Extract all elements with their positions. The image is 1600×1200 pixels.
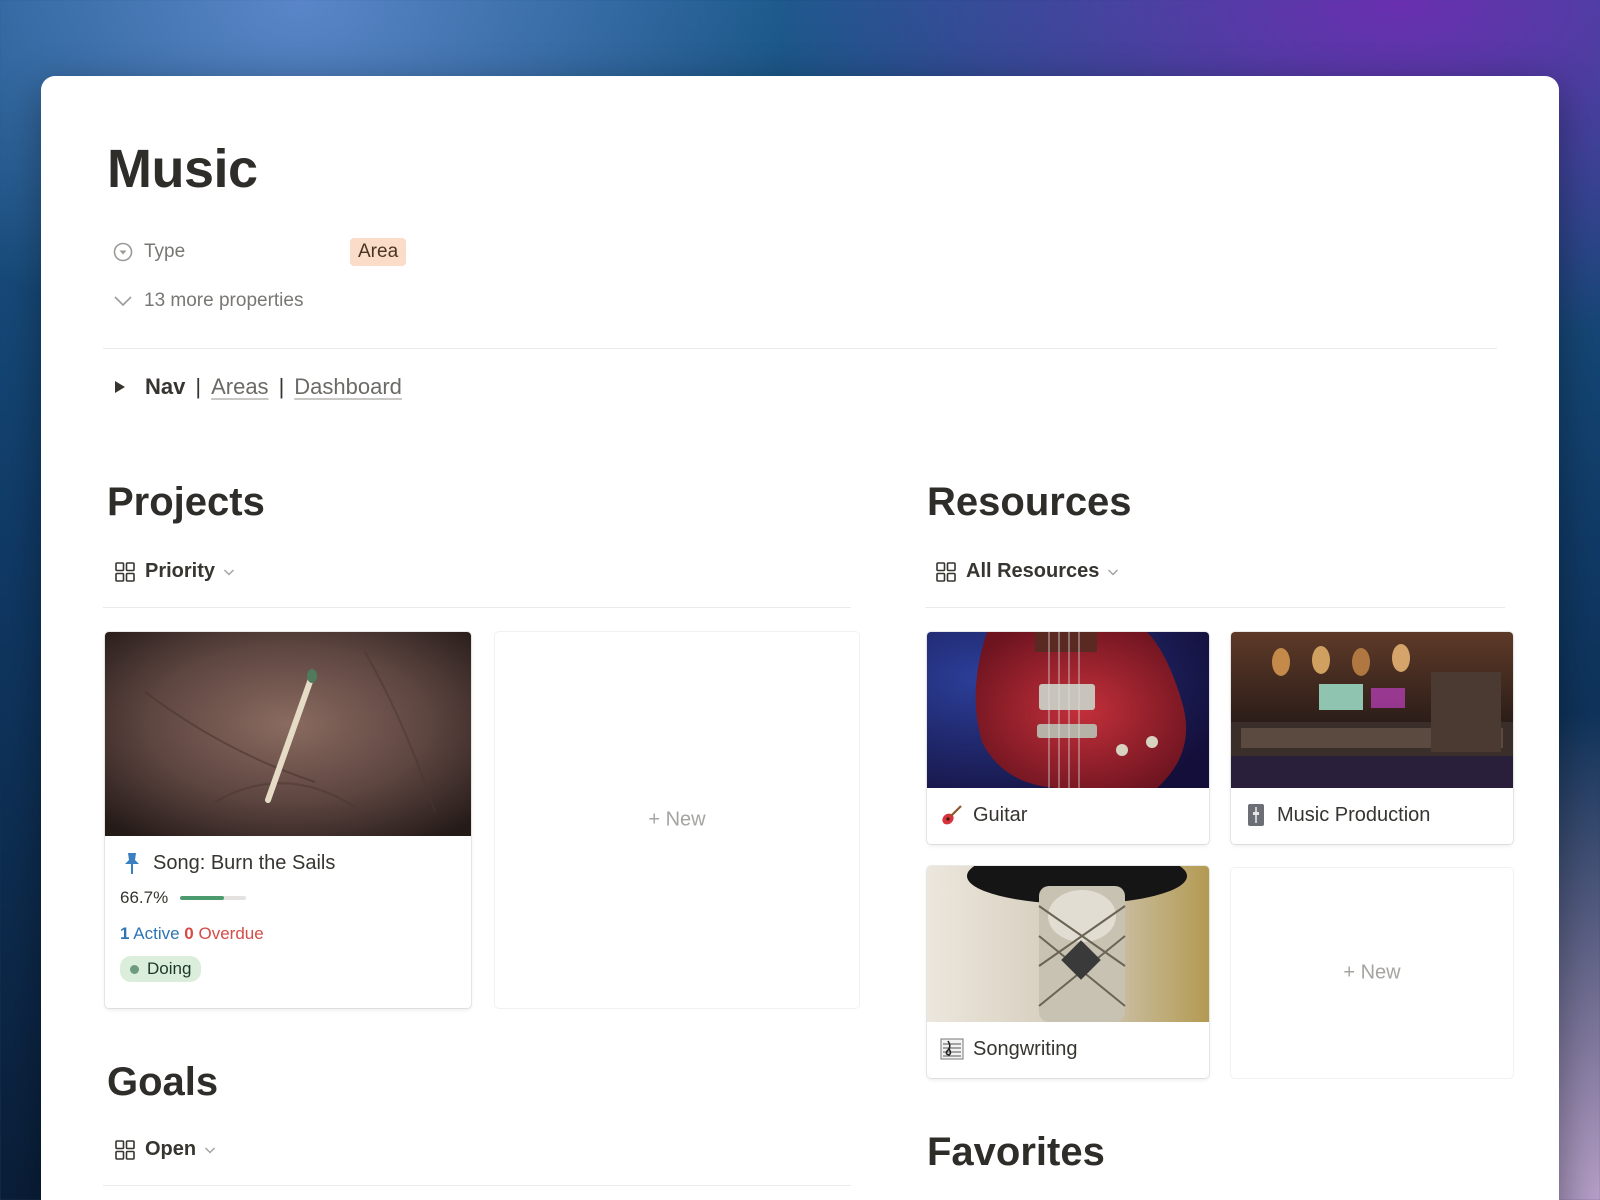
properties-divider xyxy=(103,348,1497,349)
status-dot xyxy=(130,964,139,974)
resource-title-text: Songwriting xyxy=(973,1037,1078,1060)
gallery-view-icon xyxy=(114,1139,136,1161)
goals-view-label: Open xyxy=(145,1138,197,1160)
type-area-tag[interactable]: Area xyxy=(350,238,407,266)
guitar-cover-image xyxy=(927,632,1209,788)
projects-heading: Projects xyxy=(107,480,265,524)
resource-card-guitar[interactable]: Guitar xyxy=(927,632,1209,844)
nav-separator: | xyxy=(278,374,285,399)
microphone-cover-image xyxy=(927,866,1209,1022)
new-resource-button[interactable]: + New xyxy=(1231,962,1513,985)
chevron-down-icon xyxy=(223,566,235,578)
select-property-icon xyxy=(112,241,134,263)
chevron-down-icon xyxy=(1107,566,1119,578)
resource-title-guitar[interactable]: Guitar xyxy=(939,802,1027,828)
triangle-right-icon[interactable] xyxy=(113,380,127,394)
new-label: New xyxy=(665,808,706,831)
task-counts: 1 Active 0 Overdue xyxy=(120,924,264,944)
progress-bar-fill xyxy=(180,896,225,900)
resource-title-music-production[interactable]: Music Production xyxy=(1243,802,1430,828)
musical-score-icon xyxy=(939,1036,965,1062)
projects-view-label: Priority xyxy=(145,560,216,582)
more-properties-toggle[interactable]: 13 more properties xyxy=(112,290,303,312)
nav-label: Nav xyxy=(145,374,186,399)
projects-divider xyxy=(103,607,851,608)
resource-title-text: Guitar xyxy=(973,803,1028,826)
nav-separator: | xyxy=(195,374,202,399)
resource-card-songwriting[interactable]: Songwriting xyxy=(927,866,1209,1078)
more-properties-label: 13 more properties xyxy=(144,290,304,311)
project-title-text: Song: Burn the Sails xyxy=(153,851,336,874)
goals-view-selector[interactable]: Open xyxy=(114,1138,216,1161)
active-label: Active xyxy=(133,924,180,943)
page-window: Music Type Area 13 more properties Nav |… xyxy=(41,76,1559,1200)
status-badge: Doing xyxy=(120,956,202,982)
new-project-button[interactable]: + New xyxy=(495,809,859,832)
resources-view-selector[interactable]: All Resources xyxy=(935,560,1119,583)
plus-icon: + xyxy=(1343,961,1361,984)
goals-divider xyxy=(103,1185,851,1186)
resource-card-music-production[interactable]: Music Production xyxy=(1231,632,1513,844)
chevron-down-icon xyxy=(112,290,134,312)
gallery-view-icon xyxy=(935,561,957,583)
property-type-label: Type xyxy=(144,241,186,262)
status-text: Doing xyxy=(147,959,192,978)
goals-heading: Goals xyxy=(107,1060,219,1104)
guitar-icon xyxy=(939,802,965,828)
projects-new-card[interactable]: + New xyxy=(495,632,859,1008)
resource-title-text: Music Production xyxy=(1277,803,1431,826)
resource-title-songwriting[interactable]: Songwriting xyxy=(939,1036,1078,1062)
projects-view-selector[interactable]: Priority xyxy=(114,560,235,583)
nav-link-dashboard[interactable]: Dashboard xyxy=(294,374,402,400)
project-card[interactable]: Song: Burn the Sails 66.7% 1 Active 0 Ov… xyxy=(105,632,471,1008)
active-count: 1 xyxy=(120,924,130,943)
resources-view-label: All Resources xyxy=(966,560,1100,582)
new-label: New xyxy=(1360,961,1401,984)
pushpin-icon xyxy=(119,850,145,876)
gallery-view-icon xyxy=(114,561,136,583)
overdue-count: 0 xyxy=(184,924,194,943)
chevron-down-icon xyxy=(204,1144,216,1156)
nav-toggle-row[interactable]: Nav | Areas | Dashboard xyxy=(113,374,402,400)
progress-text: 66.7% xyxy=(120,888,169,907)
property-type[interactable]: Type Area xyxy=(112,238,407,266)
overdue-label: Overdue xyxy=(198,924,264,943)
project-title[interactable]: Song: Burn the Sails xyxy=(119,850,335,876)
project-cover-image xyxy=(105,632,471,836)
progress-bar xyxy=(180,896,247,900)
plus-icon: + xyxy=(648,808,666,831)
studio-cover-image xyxy=(1231,632,1513,788)
resources-divider xyxy=(925,607,1505,608)
project-progress: 66.7% xyxy=(120,888,247,908)
control-knobs-icon xyxy=(1243,802,1269,828)
favorites-heading: Favorites xyxy=(927,1130,1105,1174)
nav-link-areas[interactable]: Areas xyxy=(211,374,268,400)
page-title: Music xyxy=(107,139,258,199)
resources-heading: Resources xyxy=(927,480,1132,524)
resources-new-card[interactable]: + New xyxy=(1231,868,1513,1078)
